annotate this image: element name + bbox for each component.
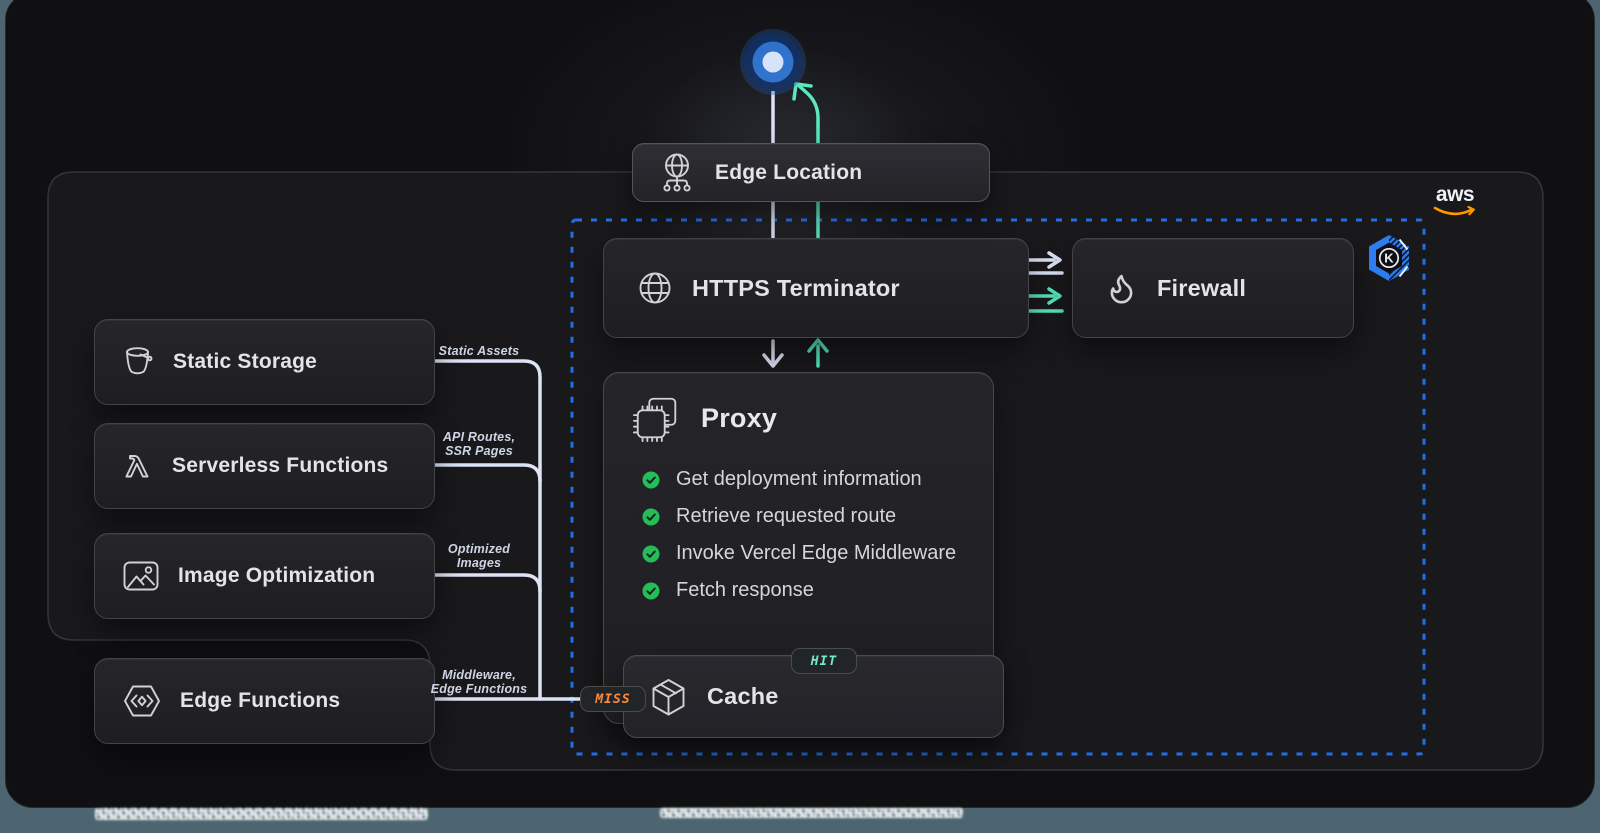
blurred-caption-center [660, 808, 963, 818]
aws-logo-text: aws [1430, 184, 1480, 206]
flow-label-optimized-images: Optimized Images [404, 542, 554, 570]
proxy-step-label: Get deployment information [676, 468, 922, 491]
k-logo-letter: K [1384, 251, 1394, 266]
flow-label-middleware: Middleware, Edge Functions [404, 668, 554, 696]
package-icon [650, 677, 687, 717]
blurred-caption-left [95, 808, 428, 820]
static-storage-label: Static Storage [173, 350, 317, 374]
serverless-functions-label: Serverless Functions [172, 454, 388, 478]
edge-functions-label: Edge Functions [180, 689, 340, 713]
edge-network-diagram: Edge Location HTTPS Terminator Firewall [0, 0, 1600, 833]
globe-network-icon [659, 152, 695, 194]
proxy-step: Invoke Vercel Edge Middleware [642, 542, 993, 565]
lambda-icon [123, 451, 153, 481]
node-image-optimization: Image Optimization [94, 533, 435, 619]
proxy-step-label: Retrieve requested route [676, 505, 896, 528]
image-optimization-label: Image Optimization [178, 564, 375, 588]
bucket-icon [123, 345, 154, 379]
flame-icon [1105, 272, 1138, 305]
proxy-step-label: Invoke Vercel Edge Middleware [676, 542, 956, 565]
node-static-storage: Static Storage [94, 319, 435, 405]
proxy-label: Proxy [701, 403, 777, 434]
node-serverless-functions: Serverless Functions [94, 423, 435, 509]
miss-badge: MISS [580, 686, 646, 712]
firewall-label: Firewall [1157, 275, 1246, 302]
node-edge-location: Edge Location [632, 143, 990, 202]
globe-icon [638, 271, 672, 305]
check-circle-icon [642, 582, 660, 600]
check-circle-icon [642, 508, 660, 526]
proxy-step: Retrieve requested route [642, 505, 993, 528]
aws-smile-icon [1432, 206, 1478, 219]
cache-label: Cache [707, 683, 779, 710]
k-hexagon-logo: K [1366, 234, 1412, 287]
image-icon [123, 561, 159, 591]
proxy-step-label: Fetch response [676, 579, 814, 602]
flow-label-api-routes: API Routes, SSR Pages [404, 430, 554, 458]
proxy-steps: Get deployment information Retrieve requ… [604, 468, 993, 602]
node-https-terminator: HTTPS Terminator [603, 238, 1029, 338]
edge-location-label: Edge Location [715, 161, 862, 185]
https-terminator-label: HTTPS Terminator [692, 275, 900, 302]
check-circle-icon [642, 545, 660, 563]
edge-functions-icon [123, 684, 161, 718]
node-firewall: Firewall [1072, 238, 1354, 338]
node-edge-functions: Edge Functions [94, 658, 435, 744]
aws-logo: aws [1430, 184, 1480, 224]
chip-icon [631, 392, 683, 444]
proxy-step: Fetch response [642, 579, 993, 602]
check-circle-icon [642, 471, 660, 489]
hit-badge: HIT [791, 648, 857, 674]
flow-label-static-assets: Static Assets [404, 344, 554, 358]
proxy-step: Get deployment information [642, 468, 993, 491]
